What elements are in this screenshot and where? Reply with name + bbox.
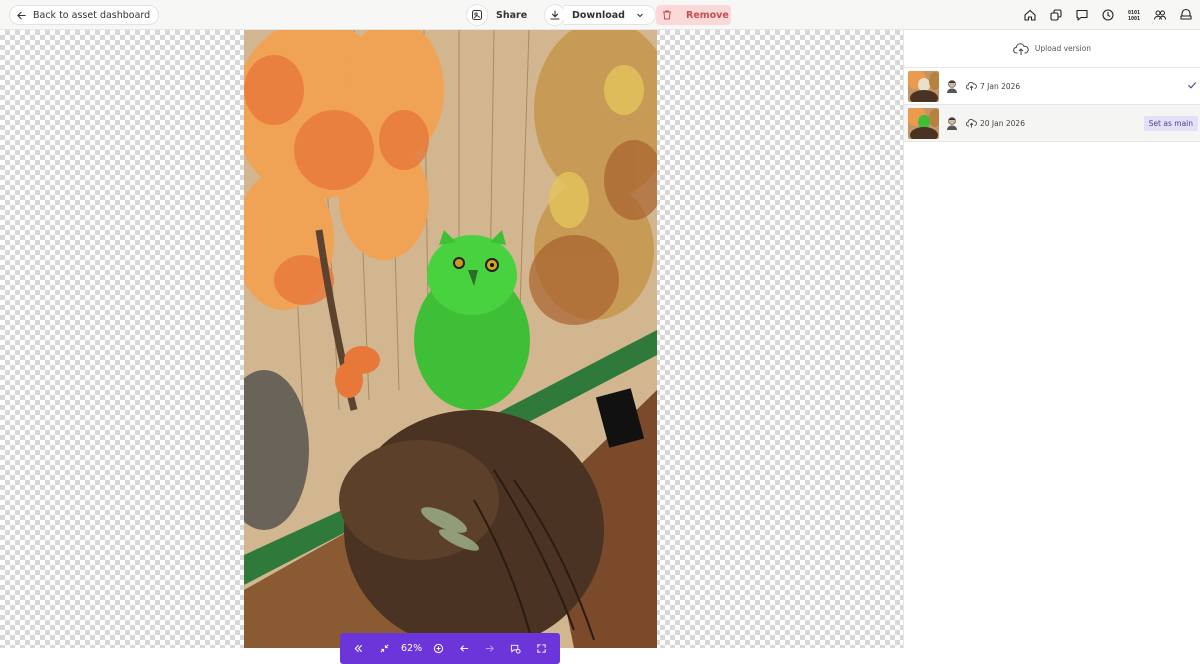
cloud-upload-icon [966,82,977,91]
back-to-dashboard-button[interactable]: Back to asset dashboard [9,5,160,25]
back-label: Back to asset dashboard [33,9,151,21]
prev-arrow-icon[interactable] [455,640,473,658]
clock-icon[interactable] [1100,7,1116,23]
set-as-main-button[interactable]: Set as main [1143,116,1198,131]
svg-text:1001: 1001 [1128,16,1140,22]
cloud-upload-icon [1013,42,1029,55]
share-label: Share [496,9,528,21]
versions-panel: Upload version 7 Jan 2026 20 Jan 2026 Se… [903,30,1200,648]
version-date: 20 Jan 2026 [980,118,1025,128]
next-arrow-icon[interactable] [481,640,499,658]
zoom-in-icon[interactable] [430,640,448,658]
image-canvas: 62% [0,30,903,664]
version-row[interactable]: 7 Jan 2026 [904,68,1200,105]
upload-version-label: Upload version [1034,44,1092,53]
fullscreen-icon[interactable] [532,640,550,658]
copy-icon[interactable] [1048,7,1064,23]
check-icon [1188,82,1197,89]
remove-label: Remove [686,9,729,21]
zoom-level: 62% [401,643,423,654]
avatar [947,117,957,130]
version-row[interactable]: 20 Jan 2026 Set as main [904,105,1200,142]
right-toolbar: 0101 1001 [1022,7,1194,23]
home-icon[interactable] [1022,7,1038,23]
viewer-toolbar: 62% [340,633,560,664]
version-thumbnail [908,107,939,139]
trash-icon [656,9,678,21]
tags-icon[interactable] [507,640,525,658]
top-bar: Back to asset dashboard Share Download R… [0,0,1200,30]
share-button[interactable]: Share [466,4,528,26]
version-thumbnail [908,70,939,102]
users-icon[interactable] [1152,7,1168,23]
upload-version-button[interactable]: Upload version [904,30,1200,68]
cloud-upload-icon [966,119,977,128]
binary-icon[interactable]: 0101 1001 [1126,7,1142,23]
remove-button[interactable]: Remove [656,5,731,25]
asset-image [244,30,657,648]
version-date: 7 Jan 2026 [980,81,1021,91]
comment-icon[interactable] [1074,7,1090,23]
owl-photo [244,30,657,648]
avatar [947,80,957,93]
share-icon [466,4,488,26]
collapse-icon[interactable] [350,640,368,658]
download-label: Download [572,9,625,21]
download-icon [544,4,566,26]
shrink-icon[interactable] [375,640,393,658]
hat-icon[interactable] [1178,7,1194,23]
arrow-left-icon [17,11,26,19]
chevron-down-icon [637,13,643,18]
download-button[interactable]: Download [544,4,656,26]
